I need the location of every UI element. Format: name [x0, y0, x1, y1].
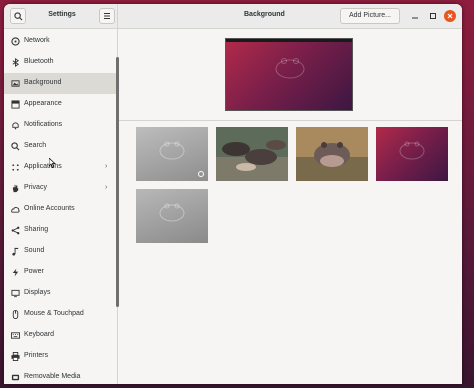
sidebar-item-displays[interactable]: Displays: [4, 283, 116, 304]
sidebar-item-keyboard[interactable]: Keyboard: [4, 325, 116, 346]
settings-window: Settings Background Add Picture... Netwo…: [4, 4, 462, 384]
current-wallpaper-preview: [225, 38, 353, 111]
minimize-icon: [412, 17, 418, 19]
sidebar-item-bluetooth[interactable]: Bluetooth: [4, 52, 116, 73]
sidebar-item-label: Removable Media: [24, 373, 81, 380]
mouse-icon: [10, 309, 20, 319]
sidebar-header: Settings: [4, 4, 118, 29]
sidebar-item-power[interactable]: Power: [4, 262, 116, 283]
wallpaper-thumb-gray-2[interactable]: [136, 189, 208, 243]
wallpaper-thumb-hippos-water[interactable]: [216, 127, 288, 181]
sidebar-item-sound[interactable]: Sound: [4, 241, 116, 262]
sidebar-item-label: Displays: [24, 289, 51, 296]
background-icon: [10, 78, 20, 88]
chevron-right-icon: ›: [105, 163, 108, 170]
wallpaper-thumb-gray[interactable]: [136, 127, 208, 181]
hand-icon: [10, 183, 20, 193]
sidebar-item-notifications[interactable]: Notifications: [4, 115, 116, 136]
sidebar-item-label: Power: [24, 268, 44, 275]
hamburger-icon: [104, 13, 110, 19]
hippo-logo-icon: [159, 203, 185, 222]
sidebar-item-search[interactable]: Search: [4, 136, 116, 157]
printer-icon: [10, 351, 20, 361]
appearance-icon: [10, 99, 20, 109]
sidebar-item-label: Bluetooth: [24, 58, 54, 65]
bell-icon: [10, 120, 20, 130]
chevron-right-icon: ›: [105, 184, 108, 191]
sidebar-item-label: Mouse & Touchpad: [24, 310, 84, 317]
sidebar-item-label: Applications: [24, 163, 62, 170]
music-note-icon: [10, 246, 20, 256]
sidebar-item-network[interactable]: Network: [4, 31, 116, 52]
sidebar-item-label: Online Accounts: [24, 205, 75, 212]
mouse-cursor-icon: [49, 158, 56, 168]
search-icon: [10, 141, 20, 151]
search-icon: [13, 11, 22, 20]
maximize-icon: [430, 13, 436, 19]
panel-title: Background: [244, 11, 285, 18]
sidebar-item-label: Background: [24, 79, 62, 86]
display-icon: [10, 288, 20, 298]
selected-indicator: [198, 171, 204, 177]
sidebar-item-label: Network: [24, 37, 50, 44]
search-button[interactable]: [10, 8, 26, 24]
sidebar: Network Bluetooth Background Appearance …: [4, 29, 119, 384]
power-icon: [10, 267, 20, 277]
bluetooth-icon: [10, 57, 20, 67]
hippo-logo-icon: [399, 141, 425, 160]
sidebar-item-appearance[interactable]: Appearance: [4, 94, 116, 115]
sidebar-item-label: Appearance: [24, 100, 62, 107]
grid-icon: [10, 162, 20, 172]
hippo-logo-icon: [275, 58, 305, 79]
sidebar-item-label: Printers: [24, 352, 49, 359]
header-bar: Settings Background Add Picture...: [4, 4, 462, 29]
sidebar-item-online-accounts[interactable]: Online Accounts: [4, 199, 116, 220]
preview-area: [119, 29, 462, 121]
sidebar-item-label: Keyboard: [24, 331, 54, 338]
add-picture-button[interactable]: Add Picture...: [340, 8, 400, 24]
app-title: Settings: [48, 11, 76, 18]
sidebar-item-applications[interactable]: Applications ›: [4, 157, 116, 178]
sidebar-item-label: Sharing: [24, 226, 49, 233]
sidebar-item-label: Search: [24, 142, 47, 149]
keyboard-icon: [10, 330, 20, 340]
maximize-button[interactable]: [427, 10, 439, 22]
sidebar-item-mouse-touchpad[interactable]: Mouse & Touchpad: [4, 304, 116, 325]
wallpaper-thumb-purple[interactable]: [376, 127, 448, 181]
hippo-photo-icon: [216, 127, 288, 181]
wallpaper-thumb-hippo-closeup[interactable]: [296, 127, 368, 181]
minimize-button[interactable]: [409, 10, 421, 22]
close-icon: [447, 13, 453, 19]
hippo-photo-icon: [296, 127, 368, 181]
sidebar-item-sharing[interactable]: Sharing: [4, 220, 116, 241]
share-icon: [10, 225, 20, 235]
media-icon: [10, 372, 20, 382]
close-button[interactable]: [444, 10, 456, 22]
sidebar-item-label: Privacy: [24, 184, 47, 191]
sidebar-item-removable-media[interactable]: Removable Media: [4, 367, 116, 384]
sidebar-item-privacy[interactable]: Privacy ›: [4, 178, 116, 199]
sidebar-item-background[interactable]: Background: [4, 73, 116, 94]
sidebar-item-label: Notifications: [24, 121, 63, 128]
sidebar-item-label: Sound: [24, 247, 45, 254]
background-panel: [119, 29, 462, 384]
network-icon: [10, 36, 20, 46]
menu-button[interactable]: [99, 8, 115, 24]
sidebar-item-printers[interactable]: Printers: [4, 346, 116, 367]
cloud-icon: [10, 204, 20, 214]
